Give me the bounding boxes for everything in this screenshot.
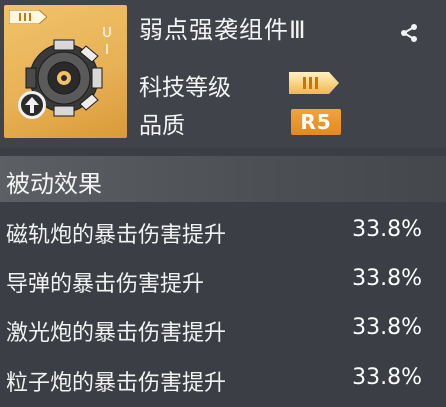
upgrade-button[interactable] — [18, 91, 46, 119]
quality-badge: R5 — [291, 109, 341, 135]
item-title: 弱点强袭组件Ⅲ — [139, 16, 307, 44]
effect-value: 33.8% — [352, 315, 422, 340]
effect-row: 粒子炮的暴击伤害提升 33.8% — [0, 361, 446, 401]
item-icon-card[interactable]: U I — [4, 5, 127, 138]
effect-row: 激光炮的暴击伤害提升 33.8% — [0, 311, 446, 351]
tech-level-tier-icon — [289, 72, 339, 94]
effect-value: 33.8% — [352, 217, 422, 242]
passive-effects-title: 被动效果 — [6, 170, 102, 198]
effect-row: 磁轨炮的暴击伤害提升 33.8% — [0, 213, 446, 253]
effect-name: 粒子炮的暴击伤害提升 — [6, 371, 227, 396]
effect-name: 磁轨炮的暴击伤害提升 — [6, 223, 227, 248]
passive-effects-header: 被动效果 — [0, 156, 446, 202]
tech-level-label: 科技等级 — [139, 75, 231, 101]
effect-name: 导弹的暴击伤害提升 — [6, 272, 205, 297]
tier-three-chevron-icon — [9, 10, 47, 24]
effect-value: 33.8% — [352, 365, 422, 390]
effect-name: 激光炮的暴击伤害提升 — [6, 321, 227, 346]
effect-row: 导弹的暴击伤害提升 33.8% — [0, 262, 446, 302]
up-arrow-icon — [25, 97, 39, 113]
quality-label: 品质 — [139, 113, 185, 139]
share-icon[interactable] — [398, 22, 420, 44]
effect-value: 33.8% — [352, 266, 422, 291]
